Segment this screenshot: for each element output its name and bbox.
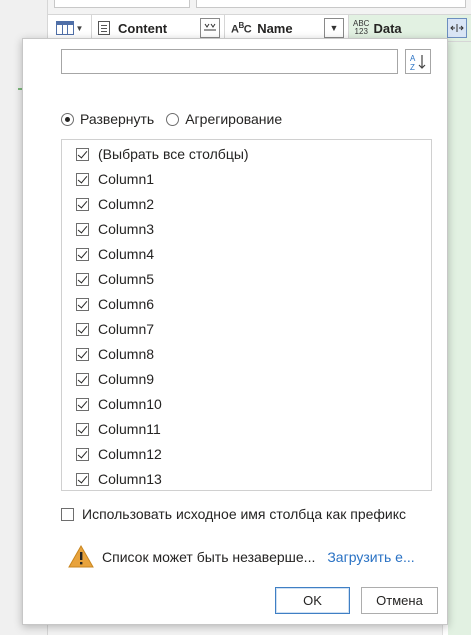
formula-bar[interactable] — [196, 0, 466, 8]
chevron-down-icon: ▼ — [329, 23, 339, 33]
list-item[interactable]: Column5 — [76, 267, 154, 291]
warning-text: Список может быть незаверше... — [102, 548, 316, 565]
list-item-label: Column4 — [98, 246, 155, 262]
radio-label: Агрегирование — [185, 111, 283, 127]
list-item[interactable]: Column3 — [76, 217, 154, 241]
list-item-label: Column7 — [98, 321, 155, 337]
data-column-body — [448, 42, 471, 635]
column-header-label: Content — [118, 20, 168, 36]
list-item[interactable]: Column12 — [76, 442, 162, 466]
checkbox[interactable] — [76, 222, 89, 236]
checkbox[interactable] — [76, 322, 89, 336]
list-item-label: Column6 — [98, 296, 155, 312]
double-down-arrow-icon — [204, 23, 216, 31]
checkbox[interactable] — [76, 397, 89, 411]
radio-button[interactable] — [166, 112, 180, 126]
checkbox[interactable] — [76, 372, 89, 386]
checkbox[interactable] — [76, 272, 89, 286]
any-type-icon: ABC 123 — [353, 19, 370, 36]
list-item-label: Column13 — [98, 471, 162, 487]
radio-expand[interactable]: Развернуть — [61, 111, 154, 127]
list-item-label: Column11 — [98, 421, 161, 437]
column-header-label: Data — [373, 20, 402, 36]
checkbox[interactable] — [76, 172, 89, 186]
list-item[interactable]: Column4 — [76, 242, 154, 266]
radio-label: Развернуть — [80, 111, 155, 127]
expand-arrows-icon — [450, 24, 464, 32]
checkbox[interactable] — [76, 347, 89, 361]
columns-checklist[interactable]: (Выбрать все столбцы) Column1 Column2 Co… — [61, 139, 432, 491]
expand-column-dialog: A Z Развернуть Агрегирование (Выбрать вс… — [22, 38, 448, 625]
list-item-label: (Выбрать все столбцы) — [98, 146, 249, 162]
list-item-label: Column10 — [98, 396, 162, 412]
list-item-label: Column12 — [98, 446, 162, 462]
checkbox[interactable] — [76, 147, 89, 161]
incomplete-list-warning: Список может быть незаверше... Загрузить… — [68, 545, 415, 568]
expand-binary-button[interactable] — [200, 18, 220, 38]
load-more-link[interactable]: Загрузить е... — [327, 549, 414, 565]
checkbox[interactable] — [76, 297, 89, 311]
list-item-label: Column1 — [98, 171, 155, 187]
filter-dropdown-button[interactable]: ▼ — [324, 18, 344, 38]
list-item[interactable]: Column8 — [76, 342, 154, 366]
radio-aggregate[interactable]: Агрегирование — [166, 111, 282, 127]
list-item[interactable]: Column1 — [76, 167, 154, 191]
list-item[interactable]: Column6 — [76, 292, 154, 316]
prefix-option[interactable]: Использовать исходное имя столбца как пр… — [61, 506, 406, 522]
ok-button[interactable]: OK — [275, 587, 350, 614]
list-item-label: Column9 — [98, 371, 155, 387]
list-item-label: Column3 — [98, 221, 155, 237]
search-columns-input[interactable] — [61, 49, 398, 74]
checkbox[interactable] — [76, 422, 89, 436]
prefix-checkbox[interactable] — [61, 507, 74, 521]
name-box[interactable] — [54, 0, 190, 8]
mode-radio-group: Развернуть Агрегирование — [61, 111, 294, 127]
sort-button[interactable]: A Z — [405, 49, 431, 74]
list-item[interactable]: Column2 — [76, 192, 154, 216]
svg-text:A: A — [410, 54, 416, 63]
prefix-label: Использовать исходное имя столбца как пр… — [82, 506, 407, 522]
list-item-select-all[interactable]: (Выбрать все столбцы) — [76, 142, 249, 166]
list-item[interactable]: Column11 — [76, 417, 161, 441]
list-item[interactable]: Column7 — [76, 317, 154, 341]
table-icon — [55, 21, 74, 35]
list-item-label: Column5 — [98, 271, 155, 287]
list-item[interactable]: Column13 — [76, 467, 162, 490]
list-item-label: Column8 — [98, 346, 155, 362]
list-item[interactable]: Column10 — [76, 392, 162, 416]
column-header-label: Name — [257, 20, 293, 36]
list-item-label: Column2 — [98, 196, 155, 212]
sort-az-icon: A Z — [410, 54, 426, 71]
warning-icon — [68, 545, 94, 568]
checkbox[interactable] — [76, 447, 89, 461]
expand-column-button[interactable] — [447, 18, 467, 38]
radio-button-selected[interactable] — [61, 112, 74, 126]
list-item[interactable]: Column9 — [76, 367, 154, 391]
checkbox[interactable] — [76, 197, 89, 211]
text-type-icon: ABC — [231, 20, 252, 36]
checkbox[interactable] — [76, 247, 89, 261]
checkbox[interactable] — [76, 472, 89, 486]
document-icon — [98, 21, 110, 35]
svg-text:Z: Z — [410, 63, 415, 71]
cancel-button[interactable]: Отмена — [361, 587, 438, 614]
chevron-down-icon: ▼ — [75, 23, 84, 33]
